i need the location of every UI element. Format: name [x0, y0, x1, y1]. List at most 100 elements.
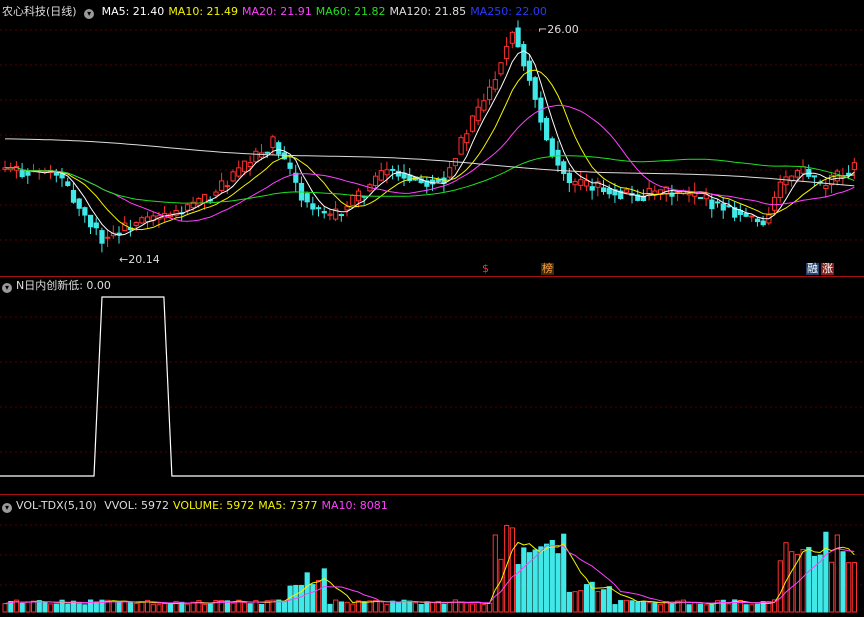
indicator-chart[interactable] — [0, 277, 864, 495]
volume-bar — [150, 603, 156, 613]
candle-body — [327, 213, 333, 216]
volume-indicator-0: VVOL: 5972 — [104, 499, 170, 512]
volume-bar — [629, 600, 635, 613]
candle-body — [561, 161, 567, 174]
volume-bar — [424, 601, 430, 613]
volume-bar — [167, 603, 174, 613]
volume-bar — [806, 546, 812, 613]
volume-bar — [652, 602, 658, 613]
volume-bar — [846, 562, 852, 613]
volume-bar — [281, 600, 287, 613]
candle-body — [464, 133, 470, 144]
volume-bar — [612, 604, 618, 613]
candlestick-chart[interactable] — [0, 0, 864, 277]
candle-body — [88, 214, 94, 228]
candle-body — [469, 115, 476, 132]
price-panel[interactable]: 农心科技(日线) ▾ MA5: 21.40 MA10: 21.49 MA20: 21… — [0, 0, 864, 277]
candle-body — [709, 199, 715, 210]
candle-body — [498, 62, 504, 75]
volume-bar — [481, 604, 487, 613]
collapse-toggle-icon[interactable]: ▾ — [84, 9, 95, 19]
volume-bar — [350, 603, 356, 613]
candle-body — [253, 150, 259, 163]
volume-bar — [418, 603, 424, 613]
volume-bar — [76, 603, 82, 613]
volume-bar — [555, 553, 561, 613]
ma120-line — [5, 138, 855, 187]
marker-rank-icon[interactable]: 榜 — [541, 263, 554, 275]
volume-header: ▾ VOL-TDX(5,10) VVOL: 5972 VOLUME: 5972 MA5… — [2, 499, 396, 513]
candle-body — [321, 210, 327, 214]
volume-bar — [538, 546, 544, 613]
price-header: 农心科技(日线) ▾ MA5: 21.40 MA10: 21.49 MA20: 21… — [2, 5, 555, 19]
candle-body — [390, 168, 396, 171]
ma-indicator-5: MA250: 22.00 — [470, 5, 547, 18]
volume-bar — [823, 531, 829, 613]
volume-bar — [310, 584, 316, 613]
volume-bar — [25, 601, 31, 613]
volume-bar — [669, 603, 675, 613]
volume-bar — [127, 602, 134, 613]
volume-bar — [646, 602, 652, 613]
candle-body — [378, 170, 384, 181]
indicator-panel[interactable]: ▾ N日内创新低: 0.00 — [0, 277, 864, 495]
volume-bar — [367, 600, 373, 613]
low-price-label: ←20.14 — [119, 253, 160, 266]
candle-body — [532, 77, 538, 100]
ma-indicator-3: MA60: 21.82 — [315, 5, 386, 18]
volume-bar — [395, 601, 401, 613]
candle-body — [344, 206, 350, 211]
candle-body — [93, 222, 99, 229]
candle-body — [481, 100, 487, 111]
volume-bar — [697, 603, 704, 613]
vol-ma5-line — [4, 541, 855, 605]
volume-bar — [595, 591, 601, 613]
candle-body — [475, 106, 481, 122]
collapse-toggle-icon[interactable]: ▾ — [2, 503, 12, 513]
volume-bar — [31, 600, 37, 613]
volume-bar — [19, 602, 25, 613]
marker-limit-up-icon[interactable]: 涨 — [821, 263, 834, 275]
candle-body — [686, 192, 692, 196]
candle-body — [219, 180, 225, 191]
volume-bar — [521, 547, 527, 613]
period-label: (日线) — [46, 5, 77, 18]
candle-body — [549, 138, 555, 157]
candle-body — [800, 166, 806, 174]
volume-bar — [566, 591, 572, 613]
volume-bar — [378, 601, 384, 613]
volume-bar — [247, 603, 253, 613]
collapse-toggle-icon[interactable]: ▾ — [2, 283, 12, 293]
volume-bar — [2, 603, 8, 613]
candle-body — [304, 193, 310, 203]
volume-indicator-2: MA5: 7377 — [258, 499, 318, 512]
volume-bar — [230, 602, 236, 613]
candle-body — [754, 218, 761, 223]
volume-bar — [469, 603, 476, 613]
candle-body — [213, 191, 219, 196]
vol-ma10-line — [4, 544, 855, 605]
volume-bar — [304, 572, 310, 613]
candle-body — [19, 170, 25, 178]
marker-dollar-icon[interactable]: $ — [481, 263, 490, 275]
candle-body — [236, 167, 242, 177]
volume-bar — [583, 584, 590, 613]
volume-title: VOL-TDX(5,10) — [16, 499, 97, 512]
volume-chart[interactable] — [0, 495, 864, 617]
volume-bar — [578, 590, 584, 613]
volume-bar — [743, 604, 749, 613]
ma-indicator-list: MA5: 21.40 MA10: 21.49 MA20: 21.91 MA60: 21… — [102, 5, 551, 18]
candle-body — [703, 194, 709, 200]
candle-body — [583, 180, 590, 187]
marker-margin-icon[interactable]: 融 — [806, 263, 819, 275]
candle-body — [566, 172, 572, 184]
volume-panel[interactable]: ▾ VOL-TDX(5,10) VVOL: 5972 VOLUME: 5972 MA5… — [0, 495, 864, 617]
volume-bar — [162, 603, 168, 613]
volume-bar — [122, 600, 128, 613]
volume-bar — [834, 534, 840, 613]
volume-bar — [840, 551, 846, 613]
candle-body — [555, 149, 561, 166]
ma-indicator-2: MA20: 21.91 — [242, 5, 312, 18]
candle-body — [230, 171, 236, 182]
candle-body — [338, 214, 344, 217]
